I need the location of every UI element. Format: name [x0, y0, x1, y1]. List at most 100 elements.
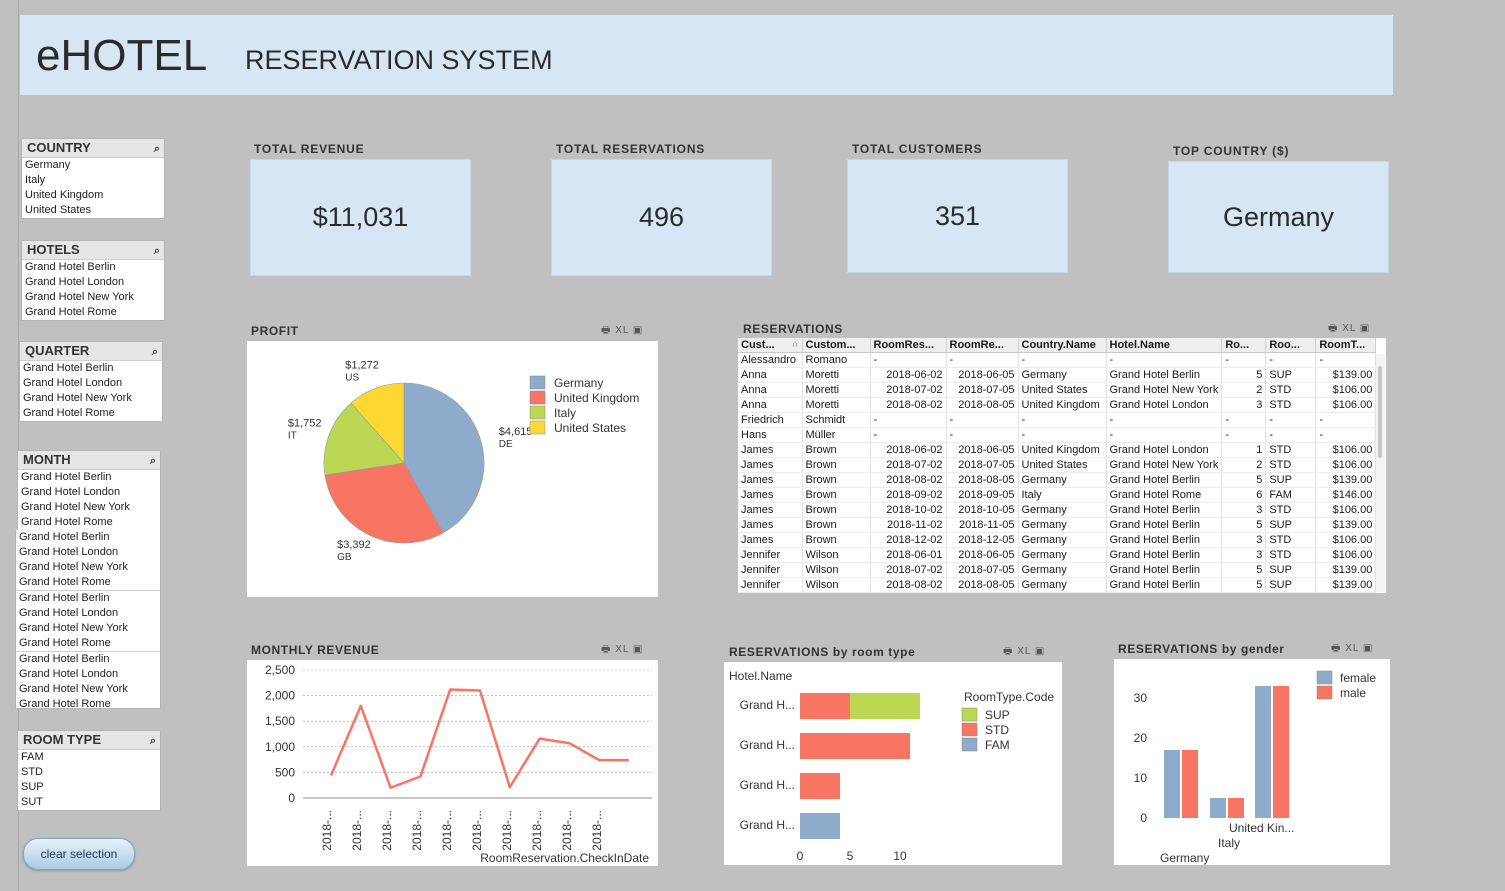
column-header[interactable]: Custom... — [802, 338, 871, 353]
maximize-icon[interactable]: ▣ — [1363, 643, 1373, 654]
table-cell: 5 — [1221, 577, 1267, 593]
column-header[interactable]: RoomRes... — [870, 338, 947, 353]
table-scrollbar-thumb[interactable] — [1378, 366, 1382, 458]
excel-export-button[interactable]: XL — [1017, 646, 1031, 657]
table-cell: 2018-09-05 — [946, 487, 1019, 503]
month-item[interactable]: Grand Hotel New York — [16, 560, 160, 575]
table-cell: Anna — [738, 397, 803, 413]
table-scrollbar[interactable] — [1376, 354, 1385, 592]
magnifier-icon[interactable]: ⌕ — [154, 140, 160, 158]
month-item[interactable]: Grand Hotel Rome — [16, 575, 160, 590]
column-header[interactable]: Roo... — [1265, 338, 1317, 353]
table-cell: Jennifer — [738, 577, 803, 593]
table-row[interactable]: Jennifer Wilson 2018-06-01 2018-06-05 German… — [738, 547, 1377, 563]
kpi-total-reservations-label: TOTAL RESERVATIONS — [556, 142, 706, 156]
table-cell: 6 — [1221, 487, 1267, 503]
table-cell: 2018-07-05 — [946, 457, 1019, 473]
country-item[interactable]: Italy — [22, 173, 164, 188]
excel-export-button[interactable]: XL — [1342, 323, 1356, 334]
quarter-item[interactable]: Grand Hotel London — [20, 376, 162, 391]
country-item[interactable]: Germany — [22, 158, 164, 173]
table-row[interactable]: Anna Moretti 2018-06-02 2018-06-05 Germany Gr… — [738, 367, 1377, 383]
column-header[interactable]: Cust... ∩ — [738, 338, 803, 353]
table-cell: Grand Hotel Berlin — [1106, 577, 1223, 593]
bar-female — [1255, 686, 1271, 818]
magnifier-icon[interactable]: ⌕ — [152, 343, 158, 361]
month-item[interactable]: Grand Hotel London — [16, 545, 160, 560]
month-item[interactable]: Grand Hotel New York — [16, 621, 160, 636]
month-item[interactable]: Grand Hotel Rome — [16, 697, 160, 712]
room-type-item[interactable]: STD — [18, 765, 160, 780]
month-item[interactable]: Grand Hotel Berlin — [16, 530, 160, 545]
month-item[interactable]: Grand Hotel Rome — [18, 515, 160, 530]
maximize-icon[interactable]: ▣ — [633, 644, 643, 655]
excel-export-button[interactable]: XL — [615, 325, 629, 336]
table-cell: - — [946, 352, 1019, 368]
quarter-item[interactable]: Grand Hotel Berlin — [20, 361, 162, 376]
column-header[interactable]: Country.Name — [1018, 338, 1107, 353]
month-item[interactable]: Grand Hotel London — [18, 485, 160, 500]
table-cell: Grand Hotel Berlin — [1106, 517, 1223, 533]
print-icon[interactable]: 🖶 — [1003, 646, 1013, 657]
month-item[interactable]: Grand Hotel Berlin — [16, 652, 160, 667]
table-row[interactable]: Jennifer Wilson 2018-07-02 2018-07-05 German… — [738, 562, 1377, 578]
magnifier-icon[interactable]: ⌕ — [150, 732, 156, 750]
room-type-item[interactable]: SUP — [18, 780, 160, 795]
table-row[interactable]: Anna Moretti 2018-07-02 2018-07-05 United St… — [738, 382, 1377, 398]
excel-export-button[interactable]: XL — [1345, 643, 1359, 654]
column-header[interactable]: Ro... — [1221, 338, 1267, 353]
table-cell: Grand Hotel Berlin — [1106, 562, 1223, 578]
country-item[interactable]: United States — [22, 203, 164, 218]
hotel-item[interactable]: Grand Hotel Berlin — [22, 260, 164, 275]
month-item[interactable]: Grand Hotel London — [16, 606, 160, 621]
quarter-item[interactable]: Grand Hotel Rome — [20, 406, 162, 421]
month-item[interactable]: Grand Hotel Rome — [16, 636, 160, 651]
print-icon[interactable]: 🖶 — [1328, 323, 1338, 334]
magnifier-icon[interactable]: ⌕ — [150, 452, 156, 470]
print-icon[interactable]: 🖶 — [601, 644, 611, 655]
column-header[interactable]: RoomRe... — [946, 338, 1019, 353]
maximize-icon[interactable]: ▣ — [1360, 323, 1370, 334]
room-type-item[interactable]: FAM — [18, 750, 160, 765]
table-cell: - — [1265, 427, 1317, 443]
print-icon[interactable]: 🖶 — [601, 325, 611, 336]
month-item[interactable]: Grand Hotel New York — [16, 682, 160, 697]
app-title: eHOTEL — [36, 31, 208, 80]
legend-label: United States — [554, 421, 626, 435]
table-row[interactable]: James Brown 2018-11-02 2018-11-05 Germany Gra… — [738, 517, 1377, 533]
quarter-item[interactable]: Grand Hotel New York — [20, 391, 162, 406]
country-item[interactable]: United Kingdom — [22, 188, 164, 203]
table-row[interactable]: James Brown 2018-10-02 2018-10-05 Germany Gra… — [738, 502, 1377, 518]
table-cell: 1 — [1221, 442, 1267, 458]
table-row[interactable]: Anna Moretti 2018-08-02 2018-08-05 United Ki… — [738, 397, 1377, 413]
print-icon[interactable]: 🖶 — [1331, 643, 1341, 654]
month-item[interactable]: Grand Hotel New York — [18, 500, 160, 515]
table-row[interactable]: Friedrich Schmidt - - - - - - - — [738, 412, 1377, 428]
table-row[interactable]: James Brown 2018-12-02 2018-12-05 Germany Gra… — [738, 532, 1377, 548]
column-header[interactable]: RoomT... — [1315, 338, 1377, 353]
table-row[interactable]: James Brown 2018-09-02 2018-09-05 Italy Grand… — [738, 487, 1377, 503]
table-row[interactable]: James Brown 2018-08-02 2018-08-05 Germany Gra… — [738, 472, 1377, 488]
table-cell: James — [738, 487, 803, 503]
table-row[interactable]: Hans Müller - - - - - - - — [738, 427, 1377, 443]
hotel-item[interactable]: Grand Hotel New York — [22, 290, 164, 305]
month-item[interactable]: Grand Hotel London — [16, 667, 160, 682]
table-row[interactable]: James Brown 2018-07-02 2018-07-05 United Sta… — [738, 457, 1377, 473]
clear-selection-button[interactable]: clear selection — [23, 838, 135, 870]
month-item[interactable]: Grand Hotel Berlin — [16, 591, 160, 606]
excel-export-button[interactable]: XL — [615, 644, 629, 655]
table-row[interactable]: Alessandro Romano - - - - - - - — [738, 352, 1377, 368]
maximize-icon[interactable]: ▣ — [633, 325, 643, 336]
month-item[interactable]: Grand Hotel Berlin — [18, 470, 160, 485]
column-header[interactable]: Hotel.Name — [1106, 338, 1223, 353]
table-row[interactable]: James Brown 2018-06-02 2018-06-05 United Kin… — [738, 442, 1377, 458]
magnifier-icon[interactable]: ⌕ — [154, 242, 160, 260]
table-cell: 2018-07-02 — [870, 382, 947, 398]
room-type-item[interactable]: SUT — [18, 795, 160, 810]
hotel-item[interactable]: Grand Hotel Rome — [22, 305, 164, 320]
gender-toolbar: 🖶 XL ▣ — [1331, 641, 1373, 658]
table-row[interactable]: Jennifer Wilson 2018-08-02 2018-08-05 German… — [738, 577, 1377, 593]
hotel-item[interactable]: Grand Hotel London — [22, 275, 164, 290]
sort-icon[interactable]: ∩ — [792, 339, 799, 349]
maximize-icon[interactable]: ▣ — [1035, 646, 1045, 657]
